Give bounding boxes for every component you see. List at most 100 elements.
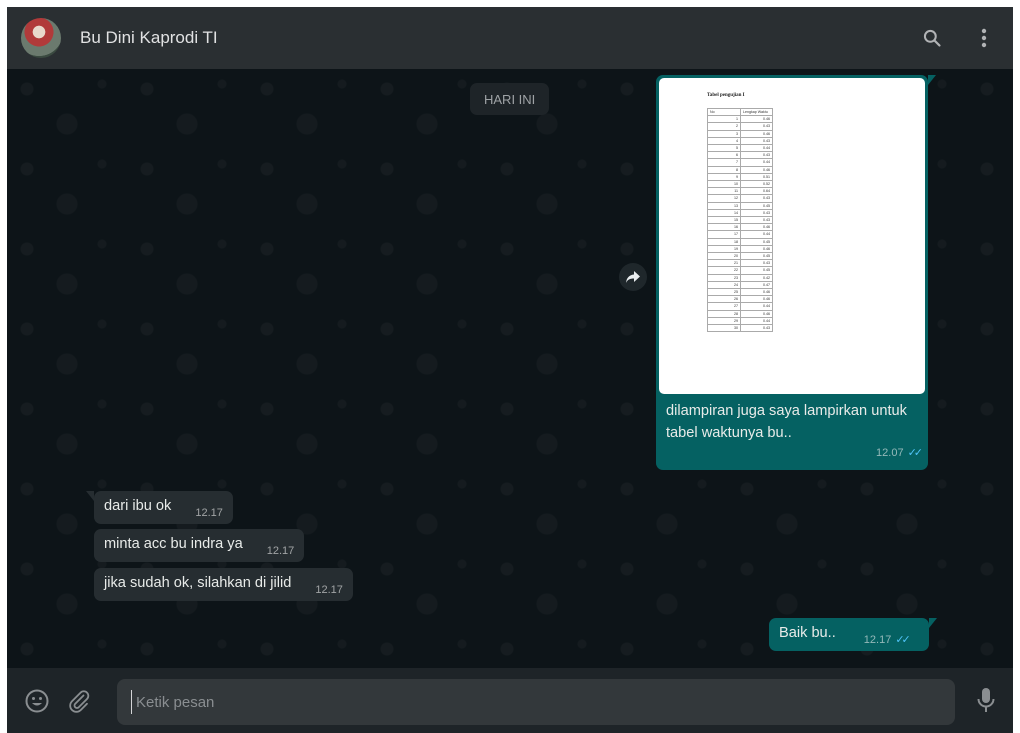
table-cell-no: 17 — [707, 230, 741, 239]
message-text: minta acc bu indra ya — [104, 536, 243, 552]
day-separator: HARI INI — [470, 83, 550, 115]
table-cell-no: 30 — [707, 324, 741, 333]
table-cell-time: 0.43 — [740, 194, 773, 203]
table-row: 12 0.43 — [707, 194, 773, 203]
table-row: 14 0.43 — [707, 208, 773, 218]
table-cell-time: 0.52 — [740, 180, 773, 189]
table-cell-time: 0.45 — [740, 266, 773, 275]
table-row: 21 0.43 — [707, 259, 773, 268]
table-cell-no: 1 — [707, 115, 741, 124]
table-body: 1 0.46 2 0.43 3 0.46 4 0.43 5 0.44 6 0.43 7 0.44 8 0.46… — [707, 115, 773, 333]
table-cell-time: 0.44 — [740, 144, 773, 153]
incoming-message[interactable]: minta acc bu indra ya 12.17 — [94, 529, 305, 562]
table-cell-no: 22 — [707, 266, 741, 275]
table-cell-no: 21 — [707, 259, 741, 268]
table-row: 30 0.43 — [707, 324, 773, 333]
table-row: 15 0.43 — [707, 216, 773, 225]
table-cell-no: 9 — [707, 172, 741, 182]
table-cell-time: 0.43 — [740, 122, 773, 131]
incoming-message[interactable]: dari ibu ok 12.17 — [86, 491, 233, 524]
message-time: 12.07 — [876, 447, 904, 459]
table-row: 3 0.46 — [707, 129, 773, 138]
contact-name[interactable]: Bu Dini Kaprodi TI — [80, 28, 218, 48]
table-cell-no: 18 — [707, 237, 741, 246]
table-cell-time: 0.43 — [740, 208, 773, 218]
table-cell-time: 0.46 — [740, 244, 773, 254]
image-message[interactable]: Tabel pengujian I No Lengkap Waktu 1 0.46… — [656, 75, 936, 470]
read-ticks-icon: ✓✓ — [907, 447, 924, 459]
incoming-message[interactable]: jika sudah ok, silahkan di jilid 12.17 — [94, 568, 353, 601]
menu-button[interactable] — [969, 23, 999, 53]
table-row: 22 0.45 — [707, 266, 773, 275]
message-time: 12.17 — [315, 584, 343, 596]
table-row: 17 0.44 — [707, 230, 773, 239]
search-button[interactable] — [917, 23, 947, 53]
document-title: Tabel pengujian I — [707, 93, 745, 98]
outgoing-message[interactable]: Baik bu.. 12.17 ✓✓ — [769, 618, 937, 651]
message-time: 12.17 — [266, 545, 295, 557]
table-cell-no: 27 — [707, 302, 741, 311]
message-text: jika sudah ok, silahkan di jilid — [104, 575, 292, 591]
table-header: Lengkap Waktu — [740, 107, 773, 117]
table-row: 5 0.44 — [707, 144, 773, 153]
table-row: 8 0.46 — [707, 165, 773, 174]
table-cell-time: 0.45 — [740, 252, 773, 261]
emoji-button[interactable] — [22, 686, 52, 716]
voice-button[interactable] — [971, 686, 1001, 716]
table-row: 9 0.51 — [707, 172, 773, 182]
table-cell-no: 14 — [707, 208, 741, 218]
message-input-box[interactable] — [117, 679, 955, 725]
table-cell-time: 0.46 — [740, 223, 773, 232]
table-cell-no: 3 — [707, 129, 741, 138]
table-cell-time: 0.46 — [740, 309, 773, 318]
table-cell-time: 0.43 — [740, 324, 773, 333]
table-row: 23 0.42 — [707, 273, 773, 282]
table-cell-no: 15 — [707, 216, 741, 225]
table-row: 29 0.44 — [707, 316, 773, 326]
table-row: 13 0.45 — [707, 201, 773, 210]
table-cell-time: 0.43 — [740, 259, 773, 268]
header-actions — [917, 23, 999, 53]
table-cell-no: 5 — [707, 144, 741, 153]
message-time: 12.17 — [195, 507, 223, 519]
table-header: No — [707, 107, 741, 117]
message-text: Baik bu.. — [779, 625, 836, 641]
table-cell-time: 0.46 — [740, 288, 773, 297]
table-row: 6 0.43 — [707, 151, 773, 160]
table-cell-no: 16 — [707, 223, 741, 232]
table-cell-no: 4 — [707, 136, 741, 146]
table-cell-time: 0.44 — [740, 302, 773, 311]
message-time: 12.17 — [863, 634, 892, 646]
document-table: No Lengkap Waktu 1 0.46 2 0.43 3 0.46 4 0.43 5 0.… — [707, 107, 773, 333]
attach-button[interactable] — [64, 686, 94, 716]
message-input[interactable] — [131, 690, 938, 714]
table-row: 19 0.46 — [707, 244, 773, 254]
composer — [7, 668, 1013, 733]
table-cell-no: 25 — [707, 288, 741, 297]
table-cell-time: 0.46 — [740, 165, 773, 174]
table-cell-time: 0.44 — [740, 230, 773, 239]
table-cell-time: 0.44 — [740, 158, 773, 167]
message-text: dari ibu ok — [104, 498, 172, 514]
emoji-icon — [25, 689, 49, 712]
table-row: 16 0.46 — [707, 223, 773, 232]
table-cell-time: 0.64 — [740, 187, 773, 196]
table-cell-no: 10 — [707, 180, 741, 189]
table-cell-no: 11 — [707, 187, 741, 196]
avatar[interactable] — [21, 18, 61, 58]
table-row: 4 0.43 — [707, 136, 773, 146]
read-ticks-icon: ✓✓ — [895, 634, 911, 646]
table-row: 27 0.44 — [707, 302, 773, 311]
message-meta: 12.07 ✓✓ — [876, 441, 924, 464]
forward-button[interactable] — [619, 263, 647, 291]
table-cell-no: 19 — [707, 244, 741, 254]
message-list[interactable]: HARI INI Tabel pengujian I No Lengkap Wa… — [7, 69, 1013, 668]
table-cell-time: 0.43 — [740, 136, 773, 146]
attach-icon — [69, 689, 90, 713]
table-cell-no: 6 — [707, 151, 741, 160]
table-cell-time: 0.47 — [740, 280, 773, 290]
attached-image[interactable]: Tabel pengujian I No Lengkap Waktu 1 0.46… — [659, 78, 925, 394]
microphone-icon — [977, 688, 995, 712]
search-icon — [923, 29, 941, 47]
table-cell-time: 0.45 — [740, 201, 773, 210]
